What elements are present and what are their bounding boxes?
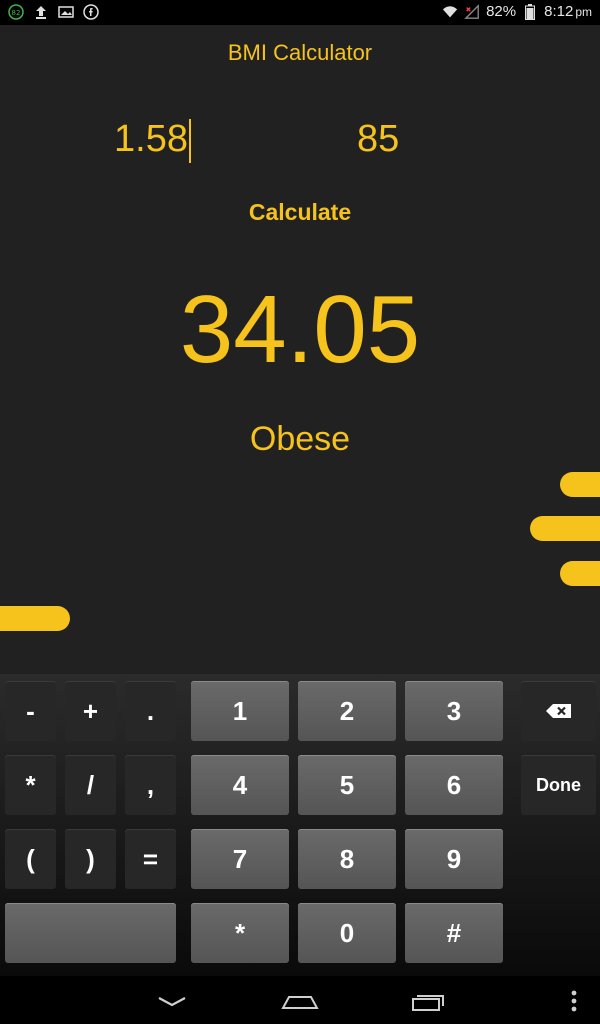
key-4[interactable]: 4 [191,755,289,815]
key-slash[interactable]: / [65,755,116,815]
height-value: 1.58 [114,118,188,160]
key-1[interactable]: 1 [191,681,289,741]
key-dot[interactable]: . [125,681,176,741]
text-cursor [188,118,191,163]
space-key[interactable] [5,903,176,963]
decorative-pill [560,472,600,497]
key-star[interactable]: * [191,903,289,963]
battery-percent: 82% [486,3,517,20]
battery-icon [522,3,538,20]
key-5[interactable]: 5 [298,755,396,815]
menu-icon [571,990,577,1012]
clock-time: 8:12 [544,3,574,20]
back-button[interactable] [148,986,196,1016]
weight-value: 85 [357,118,400,160]
wifi-icon [442,4,458,20]
weight-input[interactable]: 85 [357,115,399,163]
key-7[interactable]: 7 [191,829,289,889]
decorative-pill [530,516,600,541]
key-equals[interactable]: = [125,829,176,889]
bmi-category: Obese [249,420,351,458]
key-3[interactable]: 3 [405,681,503,741]
backspace-icon [545,704,571,718]
recent-apps-icon [412,995,444,1011]
done-button[interactable]: Done [521,755,596,815]
facebook-icon [83,4,99,20]
backspace-key[interactable] [521,681,596,741]
home-button[interactable] [276,986,324,1016]
key-8[interactable]: 8 [298,829,396,889]
decorative-pill [0,606,70,631]
image-icon [58,4,74,20]
signal-icon [464,3,480,20]
key-0[interactable]: 0 [298,903,396,963]
numeric-keyboard: - + . 1 2 3 * / , 4 5 6 Done ( ) = 7 8 9… [0,674,600,976]
key-plus[interactable]: + [65,681,116,741]
key-minus[interactable]: - [5,681,56,741]
key-asterisk[interactable]: * [5,755,56,815]
key-6[interactable]: 6 [405,755,503,815]
key-9[interactable]: 9 [405,829,503,889]
calculate-button[interactable]: Calculate [0,199,600,226]
height-input[interactable]: 1.58 [114,115,191,163]
overflow-menu-button[interactable] [550,986,598,1016]
notification-badge-icon: 82 [8,4,24,20]
recent-apps-button[interactable] [405,986,453,1016]
key-2[interactable]: 2 [298,681,396,741]
key-left-paren[interactable]: ( [5,829,56,889]
clock: 8:12 pm [544,3,592,20]
key-hash[interactable]: # [405,903,503,963]
key-right-paren[interactable]: ) [65,829,116,889]
status-bar: 82 82% 8:12 pm [0,0,600,25]
bmi-result: 34.05 [179,276,421,383]
upload-icon [33,4,49,20]
key-comma[interactable]: , [125,755,176,815]
home-icon [281,996,319,1009]
notification-badge-text: 82 [12,9,21,17]
back-icon [158,997,186,1007]
decorative-pill [560,561,600,586]
clock-suffix: pm [575,5,592,19]
bmi-app: BMI Calculator 1.58 85 Calculate 34.05 O… [0,25,600,675]
app-title: BMI Calculator [227,40,373,65]
navigation-bar [0,976,600,1024]
